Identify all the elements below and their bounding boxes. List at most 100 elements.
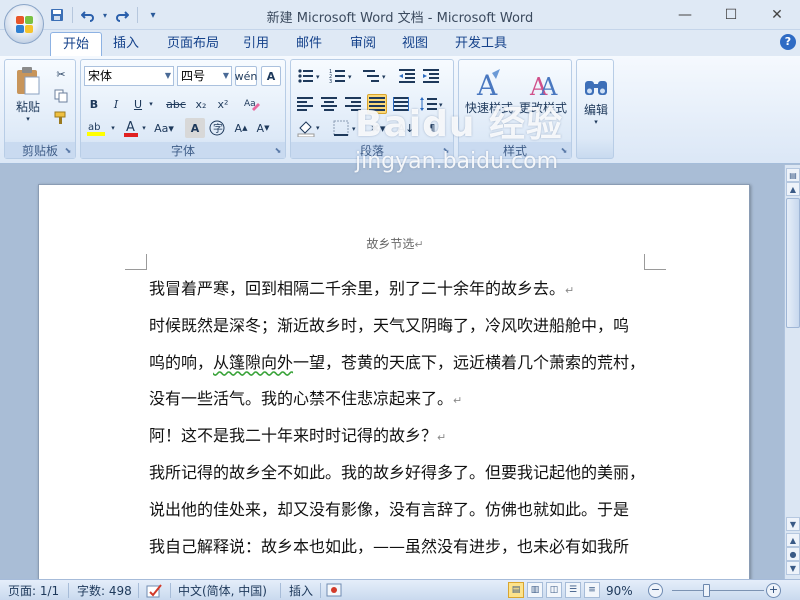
increase-indent-icon[interactable] [421, 66, 441, 86]
zoom-slider-thumb[interactable] [703, 584, 710, 597]
word-count[interactable]: 字数: 498 [77, 583, 132, 599]
editing-button[interactable]: 编辑 ▾ [579, 64, 613, 134]
paste-button[interactable]: 粘贴 ▾ [11, 64, 45, 124]
cut-icon[interactable]: ✂ [51, 64, 71, 84]
line-text: 呜的响，从篷隙向外一望，苍黄的天底下，远近横着几个萧索的荒村， [149, 352, 646, 372]
superscript-icon[interactable]: x² [213, 94, 233, 114]
tab-insert[interactable]: 插入 [101, 32, 151, 56]
zoom-out-icon[interactable]: − [648, 583, 663, 598]
document-area: 故乡节选↵ 我冒着严寒，回到相隔二千余里，别了二十余年的故乡去。↵ 时候既然是深… [0, 165, 784, 579]
paragraph-launcher-icon[interactable]: ⬊ [441, 146, 451, 156]
character-shading-icon[interactable]: A [185, 118, 205, 138]
tab-mailings[interactable]: 邮件 [284, 32, 334, 56]
paragraph-mark: ↵ [414, 238, 424, 251]
tab-page-layout[interactable]: 页面布局 [155, 32, 231, 56]
maximize-icon[interactable]: ☐ [708, 0, 754, 30]
outline-view-icon[interactable]: ☰ [565, 582, 581, 598]
document-page[interactable]: 故乡节选↵ 我冒着严寒，回到相隔二千余里，别了二十余年的故乡去。↵ 时候既然是深… [38, 184, 750, 579]
format-painter-icon[interactable] [51, 108, 71, 128]
underline-dropdown-icon[interactable]: ▾ [147, 94, 155, 114]
highlight-dropdown-icon[interactable]: ▾ [109, 118, 117, 138]
language-indicator[interactable]: 中文(简体, 中国) [178, 583, 267, 599]
zoom-level[interactable]: 90% [606, 583, 633, 599]
zoom-slider-track[interactable] [672, 590, 764, 591]
subscript-icon[interactable]: x₂ [191, 94, 211, 114]
enclose-characters-icon[interactable]: 字 [207, 118, 227, 138]
underline-icon[interactable]: U [128, 94, 148, 114]
align-left-icon[interactable] [295, 94, 315, 114]
full-screen-reading-icon[interactable]: ▥ [527, 582, 543, 598]
strikethrough-icon[interactable]: abc [163, 94, 189, 114]
quick-styles-button[interactable]: A 快速样式 [463, 64, 515, 120]
insert-mode[interactable]: 插入 [289, 583, 313, 599]
macro-recording-icon[interactable] [326, 583, 342, 599]
font-color-dropdown-icon[interactable]: ▾ [140, 118, 148, 138]
minimize-icon[interactable]: — [662, 0, 708, 30]
font-color-icon[interactable]: A [121, 118, 141, 138]
zoom-in-icon[interactable]: + [766, 583, 781, 598]
office-button[interactable] [4, 4, 44, 44]
scrollbar-thumb[interactable] [786, 198, 800, 328]
asian-layout-icon[interactable]: ✖▾ [367, 118, 389, 138]
italic-icon[interactable]: I [106, 94, 126, 114]
font-launcher-icon[interactable]: ⬊ [273, 146, 283, 156]
show-paragraph-marks-icon[interactable]: ¶ [421, 118, 443, 138]
change-case-icon[interactable]: Aa▾ [151, 118, 177, 138]
scroll-down-icon[interactable]: ▼ [786, 517, 800, 531]
align-center-icon[interactable] [319, 94, 339, 114]
browse-object-icon[interactable]: ● [786, 547, 800, 561]
borders-icon[interactable]: ▾ [331, 118, 361, 138]
line-text: 阿！这不是我二十年来时时记得的故乡？ [149, 426, 438, 446]
vertical-scrollbar[interactable]: ▤ ▲ ▼ ▲ ● ▼ [784, 165, 800, 579]
align-right-icon[interactable] [343, 94, 363, 114]
document-body[interactable]: 我冒着严寒，回到相隔二千余里，别了二十余年的故乡去。↵ 时候既然是深冬；渐近故乡… [149, 278, 649, 572]
previous-page-icon[interactable]: ▲ [786, 533, 800, 547]
copy-icon[interactable] [51, 86, 71, 106]
styles-launcher-icon[interactable]: ⬊ [559, 146, 569, 156]
shrink-font-icon[interactable]: A ▼ [253, 118, 273, 138]
ribbon: 粘贴 ▾ ✂ 剪贴板 ⬊ 宋体 ▼ 四号 ▼ wén A B I U ▾ abc… [0, 56, 800, 164]
font-size-combo[interactable]: 四号 ▼ [177, 66, 232, 86]
ruler-toggle-icon[interactable]: ▤ [786, 168, 800, 182]
change-styles-button[interactable]: AA 更改样式 [517, 64, 569, 120]
grow-font-icon[interactable]: A ▲ [231, 118, 251, 138]
grammar-squiggle[interactable]: 从篷隙向外 [213, 353, 293, 372]
svg-text:▾: ▾ [382, 73, 386, 81]
page-header[interactable]: 故乡节选↵ [39, 235, 751, 252]
tab-review[interactable]: 审阅 [338, 32, 388, 56]
font-name-combo[interactable]: 宋体 ▼ [84, 66, 174, 86]
tab-home[interactable]: 开始 [50, 32, 103, 56]
tab-view[interactable]: 视图 [390, 32, 440, 56]
next-page-icon[interactable]: ▼ [786, 561, 800, 575]
phonetic-guide-icon[interactable]: wén [235, 66, 257, 86]
print-layout-view-icon[interactable]: ▤ [508, 582, 524, 598]
justify-icon[interactable] [367, 94, 387, 114]
svg-text:3: 3 [329, 79, 332, 84]
status-separator [138, 583, 139, 598]
multilevel-list-icon[interactable]: ▾ [361, 66, 391, 86]
status-separator [280, 583, 281, 598]
decrease-indent-icon[interactable] [397, 66, 417, 86]
help-icon[interactable]: ? [780, 34, 796, 50]
tab-references[interactable]: 引用 [231, 32, 281, 56]
clear-formatting-icon[interactable]: Aa [241, 94, 263, 114]
proofing-icon[interactable] [146, 583, 164, 599]
shading-icon[interactable]: ▾ [295, 118, 325, 138]
sort-icon[interactable]: A↓ [395, 118, 417, 138]
web-layout-icon[interactable]: ◫ [546, 582, 562, 598]
clipboard-launcher-icon[interactable]: ⬊ [63, 146, 73, 156]
document-line: 说出他的佳处来，却又没有影像，没有言辞了。仿佛也就如此。于是 [149, 499, 649, 536]
bold-icon[interactable]: B [84, 94, 104, 114]
numbering-icon[interactable]: 1 2 3 ▾ [327, 66, 357, 86]
status-separator [68, 583, 69, 598]
distributed-icon[interactable] [391, 94, 411, 114]
line-spacing-icon[interactable]: ▾ [417, 94, 447, 114]
bullets-icon[interactable]: ▾ [295, 66, 325, 86]
page-count[interactable]: 页面: 1/1 [8, 583, 59, 599]
tab-developer[interactable]: 开发工具 [443, 32, 519, 56]
character-border-icon[interactable]: A [261, 66, 281, 86]
close-icon[interactable]: ✕ [754, 0, 800, 30]
scroll-up-icon[interactable]: ▲ [786, 182, 800, 196]
text-highlight-icon[interactable]: ab [84, 118, 110, 138]
draft-view-icon[interactable]: ≡ [584, 582, 600, 598]
